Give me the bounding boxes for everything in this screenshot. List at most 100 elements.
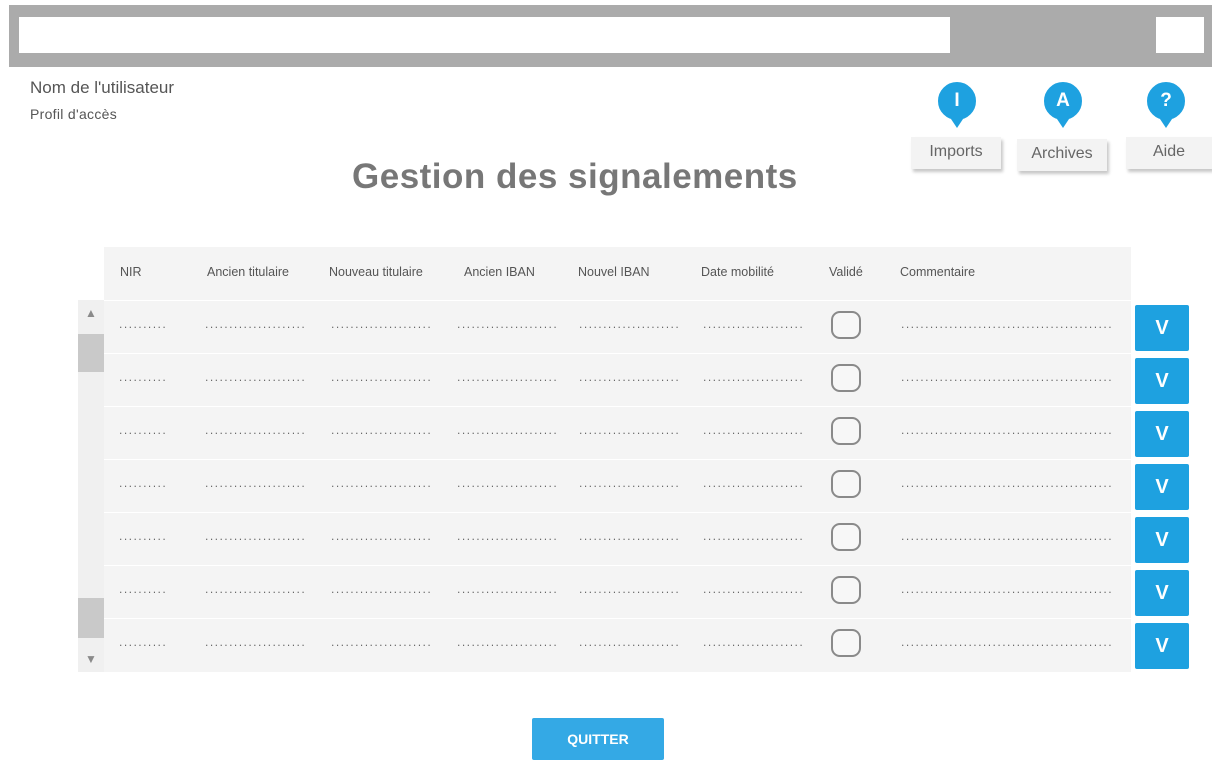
cell-date-mobilite: ..................... [702,427,804,437]
cell-commentaire: ........................................… [900,321,1112,331]
window-control-button[interactable] [1156,17,1204,53]
column-header-date-mobilite: Date mobilité [701,265,774,279]
table-row: .......... ..................... .......… [104,300,1131,353]
user-name: Nom de l'utilisateur [30,78,175,97]
cell-nir: .......... [118,533,167,543]
cell-ancien-titulaire: ..................... [204,586,306,596]
validate-row-button[interactable]: V [1135,411,1189,457]
imports-label: Imports [929,143,983,160]
cell-nouvel-iban: ..................... [578,639,680,649]
cell-ancien-iban: ..................... [456,533,558,543]
validate-row-button[interactable]: V [1135,464,1189,510]
column-header-valide: Validé [829,265,863,279]
validate-row-button[interactable]: V [1135,305,1189,351]
cell-nouveau-titulaire: ..................... [330,374,432,384]
cell-ancien-titulaire: ..................... [204,533,306,543]
help-button[interactable]: Aide [1126,137,1212,169]
cell-nouvel-iban: ..................... [578,480,680,490]
valide-checkbox[interactable] [831,470,861,498]
cell-nir: .......... [118,321,167,331]
cell-nouveau-titulaire: ..................... [330,639,432,649]
scroll-up-icon[interactable]: ▲ [78,302,104,324]
address-bar[interactable] [19,17,950,53]
cell-nir: .......... [118,427,167,437]
cell-nouvel-iban: ..................... [578,586,680,596]
archives-icon-glyph: A [1056,90,1070,111]
table-row: .......... ..................... .......… [104,353,1131,406]
cell-nir: .......... [118,374,167,384]
cell-date-mobilite: ..................... [702,321,804,331]
cell-commentaire: ........................................… [900,533,1112,543]
table-row: .......... ..................... .......… [104,406,1131,459]
cell-ancien-titulaire: ..................... [204,480,306,490]
page-title: Gestion des signalements [352,157,798,196]
validate-row-button[interactable]: V [1135,517,1189,563]
cell-ancien-titulaire: ..................... [204,321,306,331]
scroll-thumb-bottom[interactable] [78,598,104,638]
valide-checkbox[interactable] [831,417,861,445]
cell-date-mobilite: ..................... [702,480,804,490]
signalements-table: NIR Ancien titulaire Nouveau titulaire A… [104,247,1131,672]
user-profile: Profil d'accès [30,106,118,122]
cell-nir: .......... [118,639,167,649]
imports-button[interactable]: Imports [911,137,1001,169]
help-icon[interactable]: ? [1146,81,1186,128]
valide-checkbox[interactable] [831,629,861,657]
valide-checkbox[interactable] [831,364,861,392]
cell-nouveau-titulaire: ..................... [330,427,432,437]
cell-nouvel-iban: ..................... [578,533,680,543]
cell-commentaire: ........................................… [900,639,1112,649]
cell-nouveau-titulaire: ..................... [330,321,432,331]
cell-ancien-iban: ..................... [456,586,558,596]
column-header-ancien-iban: Ancien IBAN [464,265,535,279]
archives-label: Archives [1031,145,1093,162]
validate-row-button[interactable]: V [1135,358,1189,404]
table-row: .......... ..................... .......… [104,459,1131,512]
table-row: .......... ..................... .......… [104,618,1131,671]
column-header-nir: NIR [120,265,142,279]
cell-commentaire: ........................................… [900,480,1112,490]
cell-nouveau-titulaire: ..................... [330,586,432,596]
validate-row-button[interactable]: V [1135,570,1189,616]
cell-nouvel-iban: ..................... [578,321,680,331]
cell-date-mobilite: ..................... [702,639,804,649]
valide-checkbox[interactable] [831,523,861,551]
quit-button[interactable]: QUITTER [532,718,664,760]
cell-date-mobilite: ..................... [702,374,804,384]
cell-nouveau-titulaire: ..................... [330,480,432,490]
column-header-nouveau-titulaire: Nouveau titulaire [329,265,423,279]
cell-nir: .......... [118,480,167,490]
archives-icon[interactable]: A [1043,81,1083,128]
cell-nouvel-iban: ..................... [578,427,680,437]
cell-ancien-iban: ..................... [456,639,558,649]
cell-ancien-titulaire: ..................... [204,639,306,649]
table-row: .......... ..................... .......… [104,512,1131,565]
valide-checkbox[interactable] [831,311,861,339]
cell-ancien-iban: ..................... [456,427,558,437]
column-header-nouvel-iban: Nouvel IBAN [578,265,650,279]
scroll-down-icon[interactable]: ▼ [78,648,104,670]
imports-icon-glyph: I [954,90,960,111]
cell-commentaire: ........................................… [900,374,1112,384]
cell-ancien-iban: ..................... [456,374,558,384]
table-row: .......... ..................... .......… [104,565,1131,618]
cell-date-mobilite: ..................... [702,586,804,596]
cell-commentaire: ........................................… [900,427,1112,437]
imports-icon[interactable]: I [937,81,977,128]
cell-date-mobilite: ..................... [702,533,804,543]
table-scrollbar[interactable]: ▲ ▼ [78,300,104,672]
validate-row-button[interactable]: V [1135,623,1189,669]
archives-button[interactable]: Archives [1017,139,1107,171]
scroll-thumb-top[interactable] [78,334,104,372]
cell-ancien-titulaire: ..................... [204,427,306,437]
cell-commentaire: ........................................… [900,586,1112,596]
cell-nir: .......... [118,586,167,596]
table-header: NIR Ancien titulaire Nouveau titulaire A… [104,247,1131,299]
top-bar [9,5,1212,67]
help-icon-glyph: ? [1160,90,1172,111]
cell-ancien-titulaire: ..................... [204,374,306,384]
column-header-commentaire: Commentaire [900,265,976,279]
valide-checkbox[interactable] [831,576,861,604]
cell-ancien-iban: ..................... [456,321,558,331]
column-header-ancien-titulaire: Ancien titulaire [207,265,289,279]
